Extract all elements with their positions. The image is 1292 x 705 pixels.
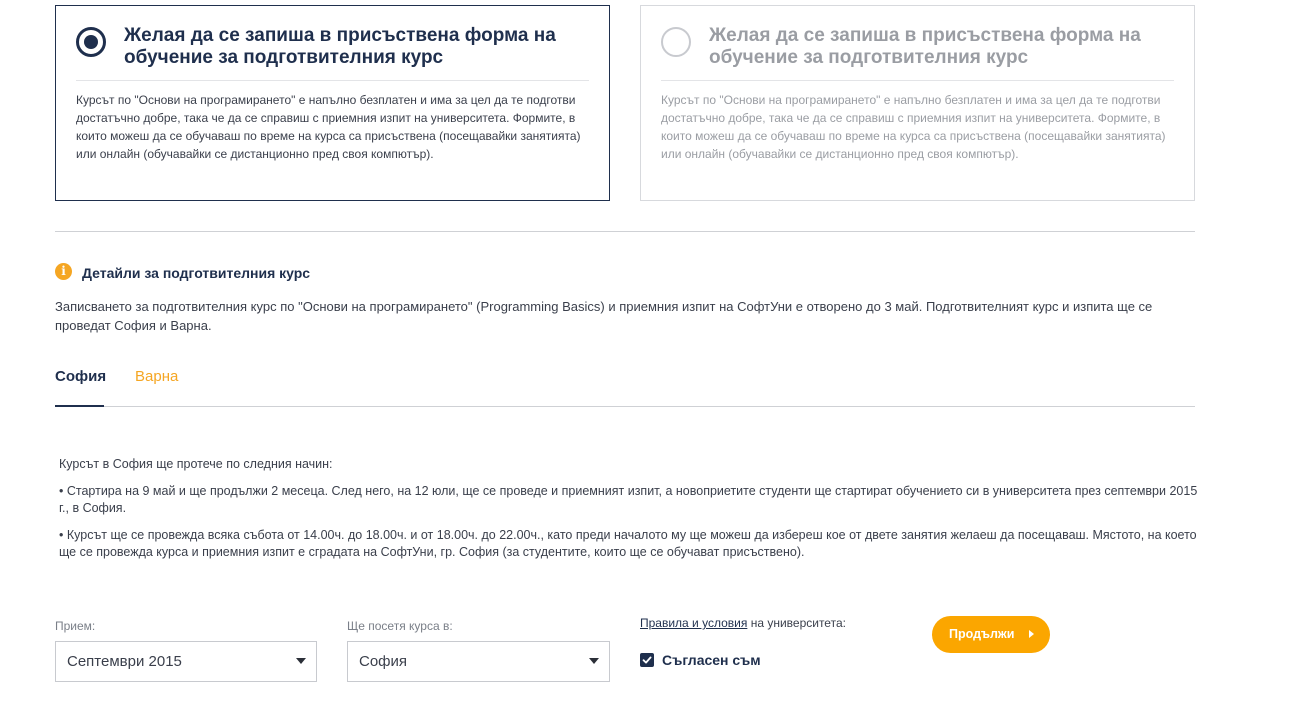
- active-tab-indicator: [55, 405, 104, 407]
- intake-label: Прием:: [55, 619, 96, 633]
- option-title: Желая да се запиша в присъствена форма н…: [709, 25, 1141, 68]
- city-label: Ще посетя курса в:: [347, 619, 453, 633]
- details-text: Записването за подготвителния курс по "О…: [55, 299, 1153, 333]
- intake-value: Септември 2015: [67, 653, 182, 670]
- intake-select[interactable]: Септември 2015: [55, 641, 317, 682]
- continue-button[interactable]: Продължи: [932, 616, 1050, 653]
- city-value: София: [359, 653, 408, 670]
- details-title: Детайли за подготвителния курс: [82, 265, 311, 281]
- caret-down-icon: [589, 658, 599, 664]
- terms-text: Правила и условия на университета:: [640, 616, 846, 631]
- tab-varna[interactable]: Варна: [135, 368, 178, 386]
- radio-alt[interactable]: [661, 27, 691, 57]
- option-title: Желая да се запиша в присъствена форма н…: [124, 25, 556, 68]
- course-intro: Курсът в София ще протече по следния нач…: [59, 457, 333, 471]
- course-description: Курсът в София ще протече по следния нач…: [59, 456, 1199, 571]
- course-bullet: • Стартира на 9 май и ще продължи 2 месе…: [59, 484, 1198, 515]
- radio-dot: [84, 35, 98, 49]
- tabs-divider: [55, 406, 1195, 407]
- divider: [76, 80, 589, 81]
- continue-label: Продължи: [949, 627, 1015, 641]
- terms-link[interactable]: Правила и условия: [640, 616, 747, 630]
- option-card-alt[interactable]: Желая да се запиша в присъствена форма н…: [640, 5, 1195, 201]
- course-bullet: • Курсът ще се провежда всяка събота от …: [59, 528, 1197, 559]
- option-description: Курсът по "Основи на програмирането" е н…: [661, 93, 1166, 161]
- checkmark-icon: [642, 656, 652, 664]
- option-card-onsite[interactable]: Желая да се запиша в присъствена форма н…: [55, 5, 610, 201]
- tab-sofia[interactable]: София: [55, 368, 106, 386]
- agree-label[interactable]: Съгласен съм: [662, 652, 761, 668]
- caret-down-icon: [296, 658, 306, 664]
- info-icon: i: [55, 263, 72, 280]
- divider: [661, 80, 1174, 81]
- city-select[interactable]: София: [347, 641, 610, 682]
- agree-checkbox[interactable]: [640, 653, 654, 667]
- option-description: Курсът по "Основи на програмирането" е н…: [76, 93, 581, 161]
- terms-rest: на университета:: [747, 616, 846, 630]
- radio-onsite[interactable]: [76, 27, 106, 57]
- section-divider: [55, 231, 1195, 232]
- chevron-right-icon: [1029, 630, 1034, 638]
